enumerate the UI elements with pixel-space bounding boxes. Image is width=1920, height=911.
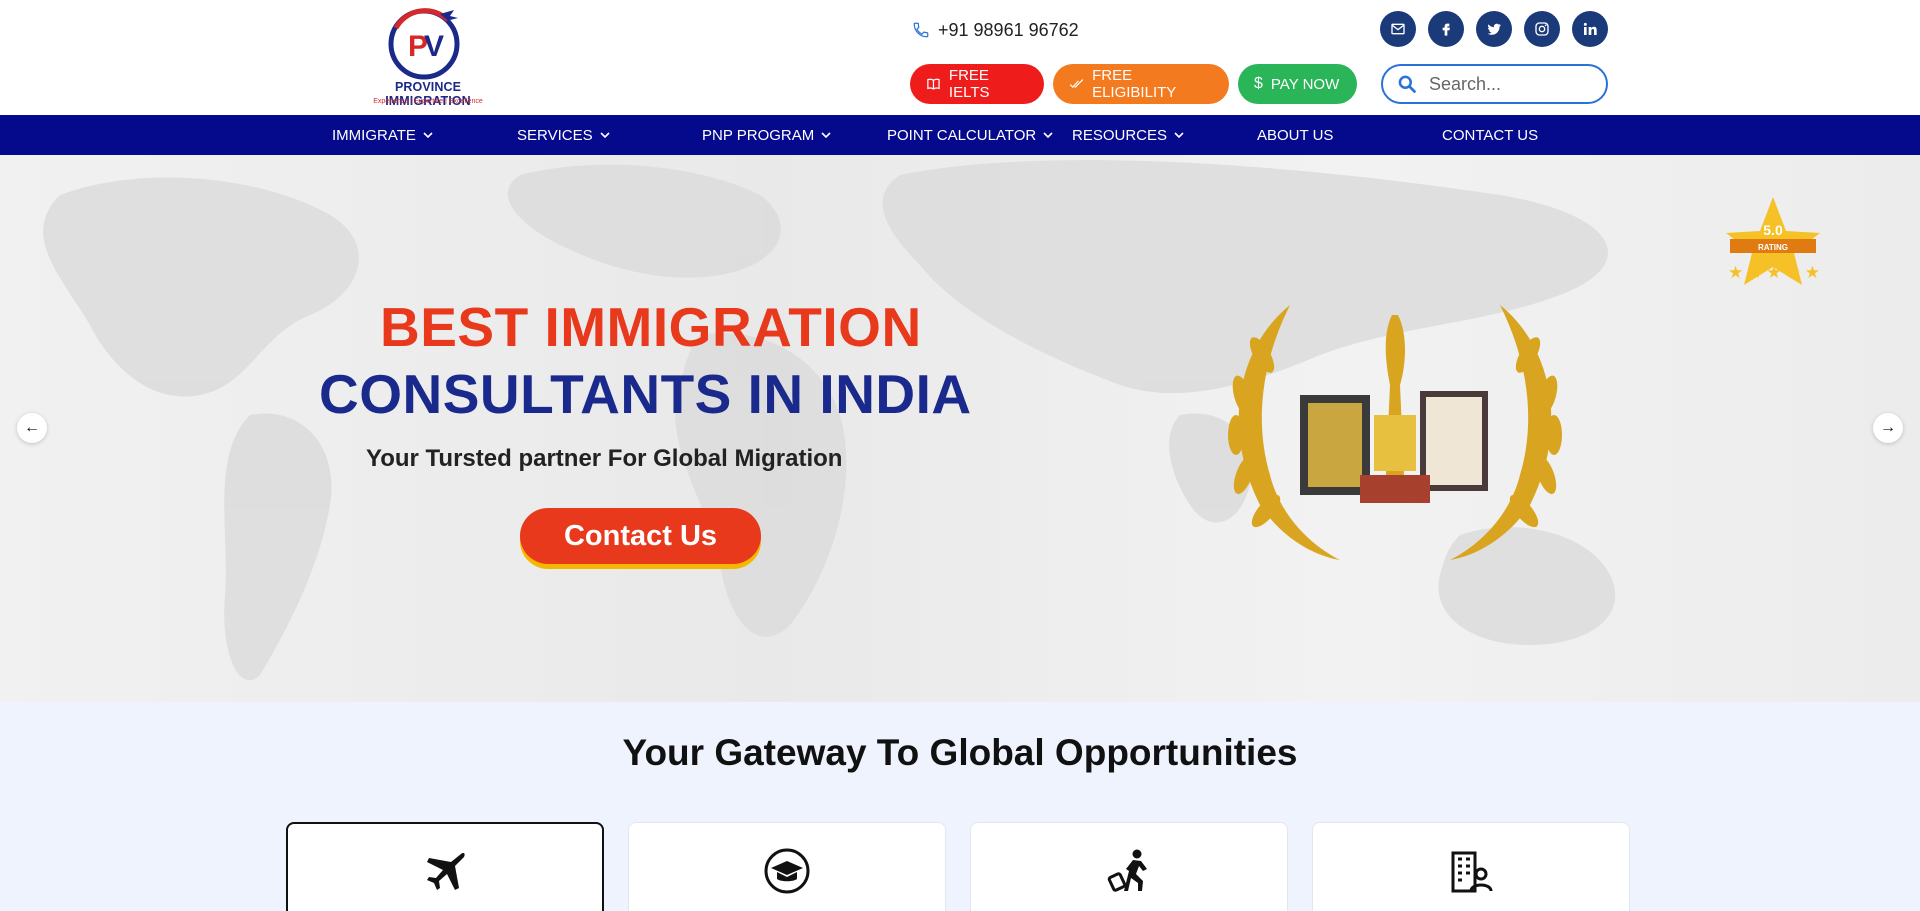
free-ielts-label: FREE IELTS bbox=[948, 67, 990, 101]
linkedin-icon[interactable] bbox=[1572, 11, 1608, 47]
star-icon: ★ bbox=[1728, 263, 1744, 282]
nav-item-resources[interactable]: RESOURCES bbox=[1072, 115, 1184, 155]
hero-headline-line2: CONSULTANTS IN INDIA bbox=[319, 363, 972, 425]
nav-item-label: CONTACT US bbox=[1442, 126, 1539, 144]
free-ielts-button[interactable]: FREE IELTS bbox=[910, 64, 1044, 104]
chevron-down-icon bbox=[600, 131, 610, 138]
star-icon: ★ bbox=[1747, 263, 1763, 282]
phone-contact[interactable]: +91 98961 96762 bbox=[912, 18, 1079, 42]
main-nav: IMMIGRATE SERVICES PNP PROGRAM POINT CAL… bbox=[0, 115, 1920, 155]
instagram-icon[interactable] bbox=[1524, 11, 1560, 47]
social-links bbox=[1380, 11, 1608, 47]
free-eligibility-label: FREE ELIGIBILITY bbox=[1092, 67, 1177, 101]
contact-us-cta-button[interactable]: Contact Us bbox=[520, 508, 761, 564]
star-icon: ★ bbox=[1766, 263, 1782, 282]
nav-item-label: ABOUT US bbox=[1257, 126, 1334, 144]
pay-now-button[interactable]: $ PAY NOW bbox=[1238, 64, 1357, 104]
nav-item-pnp-program[interactable]: PNP PROGRAM bbox=[702, 115, 831, 155]
gateway-section: Your Gateway To Global Opportunities bbox=[0, 702, 1920, 911]
service-card-visit[interactable] bbox=[970, 822, 1288, 911]
rating-value: 5.0 bbox=[1763, 222, 1783, 238]
slider-next-button[interactable]: → bbox=[1873, 413, 1903, 443]
facebook-icon[interactable] bbox=[1428, 11, 1464, 47]
chevron-down-icon bbox=[1174, 131, 1184, 138]
logo-tagline: Experience | Expertise | Excellence bbox=[373, 98, 483, 105]
slider-prev-button[interactable]: ← bbox=[17, 413, 47, 443]
dollar-icon: $ bbox=[1254, 75, 1263, 92]
hero-subtitle: Your Tursted partner For Global Migratio… bbox=[366, 445, 843, 472]
search-icon[interactable] bbox=[1397, 74, 1417, 94]
email-icon[interactable] bbox=[1380, 11, 1416, 47]
logo[interactable]: P V PROVINCE IMMIGRATION Experience | Ex… bbox=[352, 6, 504, 110]
service-card-study[interactable] bbox=[628, 822, 946, 911]
service-card-business[interactable] bbox=[1312, 822, 1630, 911]
awards-trophy-image bbox=[1228, 305, 1562, 560]
graduation-cap-icon bbox=[764, 848, 810, 894]
book-icon bbox=[927, 78, 940, 90]
nav-item-label: RESOURCES bbox=[1072, 126, 1168, 144]
section-title: Your Gateway To Global Opportunities bbox=[622, 732, 1298, 773]
nav-item-about-us[interactable]: ABOUT US bbox=[1257, 115, 1333, 155]
rating-label: RATING bbox=[1758, 243, 1788, 252]
nav-item-services[interactable]: SERVICES bbox=[517, 115, 610, 155]
nav-item-label: PNP PROGRAM bbox=[702, 126, 815, 144]
nav-item-point-calculator[interactable]: POINT CALCULATOR bbox=[887, 115, 1053, 155]
pay-now-label: PAY NOW bbox=[1270, 75, 1340, 93]
phone-number: +91 98961 96762 bbox=[938, 19, 1079, 40]
svg-text:V: V bbox=[424, 30, 444, 63]
chevron-down-icon bbox=[1043, 131, 1053, 138]
world-map-background bbox=[43, 160, 1616, 681]
hero-banner: BEST IMMIGRATION CONSULTANTS IN INDIA Yo… bbox=[0, 155, 1920, 702]
nav-item-label: SERVICES bbox=[517, 126, 593, 144]
rating-stars: ★ ★ ★ ★ ★ bbox=[1728, 263, 1820, 283]
nav-item-immigrate[interactable]: IMMIGRATE bbox=[332, 115, 433, 155]
chevron-down-icon bbox=[821, 131, 831, 138]
header-actions: FREE IELTS FREE ELIGIBILITY $ PAY NOW bbox=[910, 64, 1357, 104]
phone-icon bbox=[913, 22, 929, 38]
nav-item-label: POINT CALCULATOR bbox=[887, 126, 1037, 144]
arrow-left-icon: ← bbox=[24, 419, 40, 436]
traveler-icon bbox=[1107, 849, 1147, 892]
chevron-down-icon bbox=[423, 131, 433, 138]
site-header: P V PROVINCE IMMIGRATION Experience | Ex… bbox=[0, 0, 1920, 115]
search-input[interactable] bbox=[1429, 73, 1589, 95]
business-building-icon bbox=[1451, 851, 1493, 893]
search-box[interactable] bbox=[1381, 64, 1608, 104]
double-check-icon bbox=[1069, 79, 1084, 89]
free-eligibility-button[interactable]: FREE ELIGIBILITY bbox=[1053, 64, 1229, 104]
twitter-icon[interactable] bbox=[1476, 11, 1512, 47]
arrow-right-icon: → bbox=[1880, 419, 1896, 436]
hero-headline-line1: BEST IMMIGRATION bbox=[380, 296, 922, 358]
nav-item-label: IMMIGRATE bbox=[332, 126, 416, 144]
nav-item-contact-us[interactable]: CONTACT US bbox=[1442, 115, 1538, 155]
service-card-immigration[interactable] bbox=[286, 822, 604, 911]
star-icon: ★ bbox=[1804, 263, 1820, 282]
airplane-icon bbox=[427, 853, 465, 890]
star-icon: ★ bbox=[1785, 263, 1801, 282]
